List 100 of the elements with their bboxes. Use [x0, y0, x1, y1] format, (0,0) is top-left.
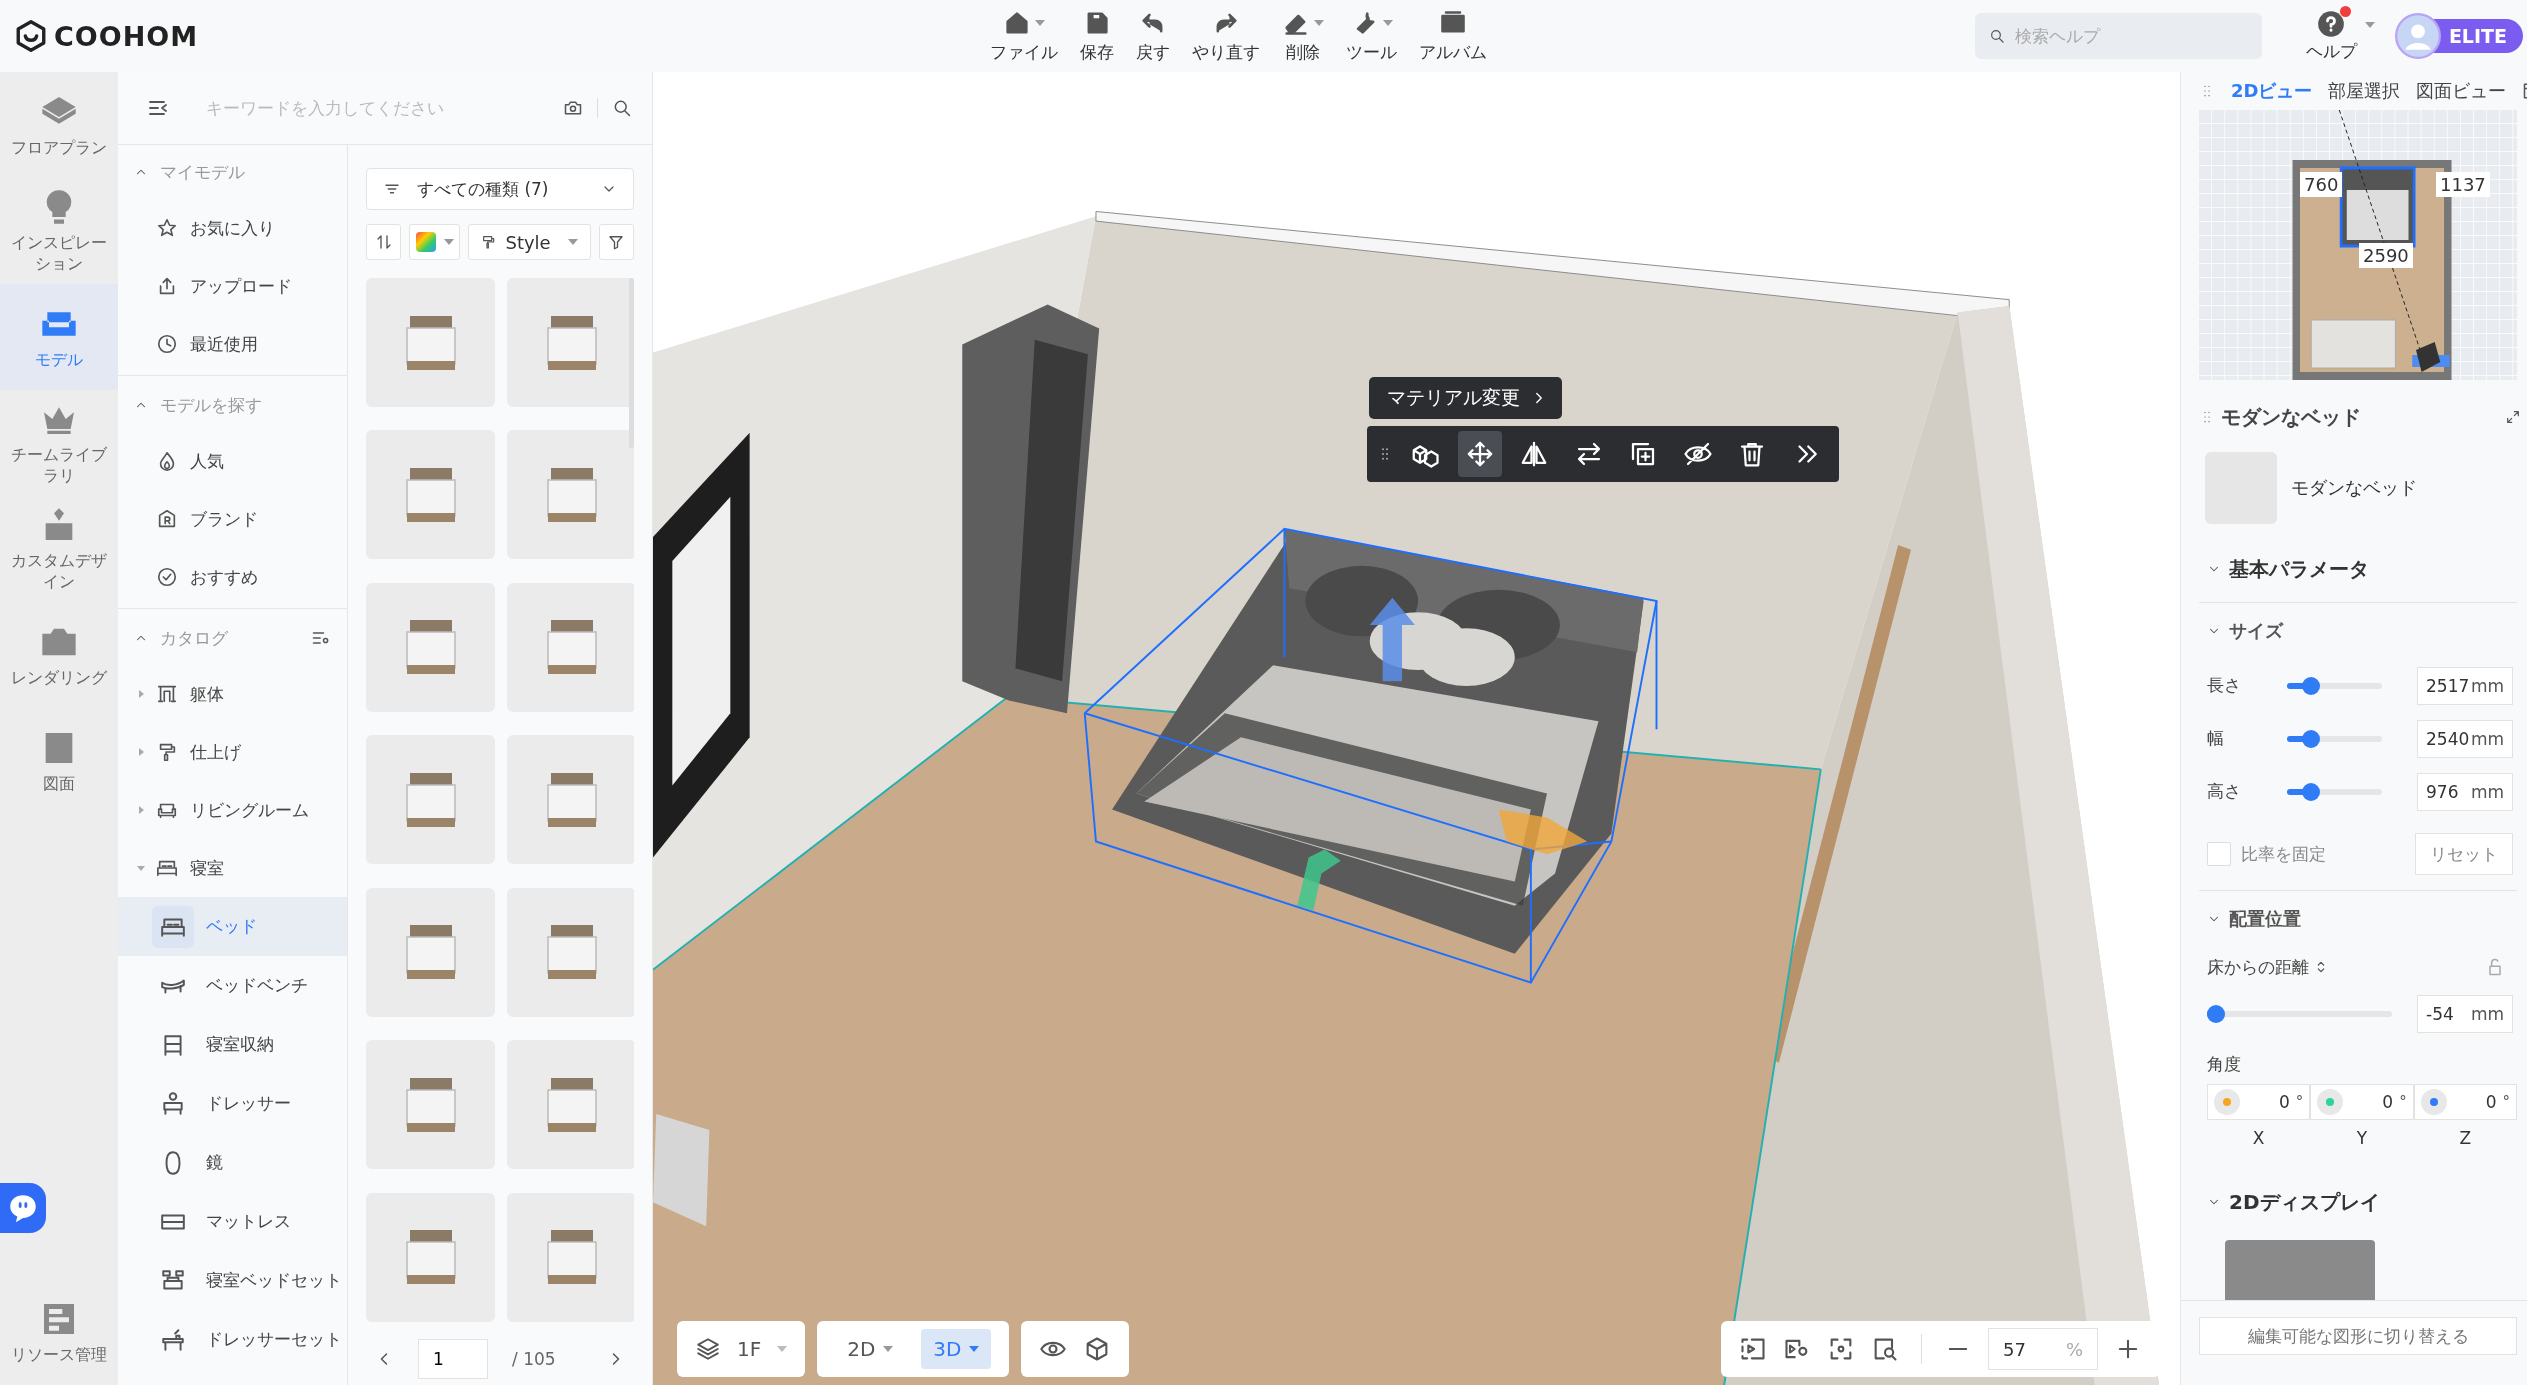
- nav-rail-item[interactable]: チームライブラリ: [0, 390, 118, 496]
- page-number-field[interactable]: 1: [418, 1339, 488, 1379]
- subcategory-item[interactable]: 鏡: [118, 1133, 347, 1192]
- toolbar-button[interactable]: ツール: [1346, 8, 1397, 64]
- keyword-search-field[interactable]: キーワードを入力してください: [204, 97, 549, 119]
- category-label: 寝室: [190, 856, 224, 880]
- category-item[interactable]: リビングルーム: [118, 781, 347, 839]
- zoom-unit: %: [2065, 1338, 2083, 1360]
- toolbar-button[interactable]: ファイル: [990, 8, 1058, 64]
- toolbar-button[interactable]: 戻す: [1136, 8, 1170, 64]
- size-slider[interactable]: [2287, 782, 2382, 801]
- bed-photo-placeholder[interactable]: [507, 735, 634, 865]
- section-title: 基本パラメータ: [2229, 555, 2369, 583]
- category-item[interactable]: 仕上げ: [118, 723, 347, 781]
- subcategory-item[interactable]: マットレス: [118, 1192, 347, 1251]
- bed-photo-placeholder[interactable]: [366, 430, 495, 560]
- floor-plan-minimap-drawing[interactable]: [2199, 110, 2517, 380]
- structure-icon: [156, 683, 178, 705]
- floor-selector[interactable]: 1F: [677, 1321, 806, 1377]
- size-input-field[interactable]: 976 mm: [2417, 772, 2513, 811]
- nav-rail-item[interactable]: フロアプラン: [0, 72, 118, 178]
- subcategory-item[interactable]: ドレッサー: [118, 1074, 347, 1133]
- avatar-icon[interactable]: [2394, 13, 2441, 59]
- brand-icon: [156, 508, 178, 530]
- nav-rail-item[interactable]: レンダリング: [0, 602, 118, 708]
- bed-photo-placeholder[interactable]: [366, 735, 495, 865]
- view-tab[interactable]: 図面ビュー: [2416, 79, 2507, 103]
- elevation-unit: mm: [2470, 1003, 2504, 1024]
- zoom-field[interactable]: 57 %: [1988, 1328, 2098, 1370]
- expand-icon[interactable]: [2505, 409, 2521, 425]
- elevation-input-field[interactable]: -54 mm: [2417, 994, 2513, 1033]
- filter-button[interactable]: [598, 224, 634, 260]
- subcategory-label: ベッドベンチ: [206, 974, 308, 997]
- view-mode-toggle[interactable]: 2D: [835, 1329, 906, 1369]
- subcategory-label: 鏡: [206, 1151, 223, 1174]
- bed-photo-placeholder[interactable]: [507, 887, 634, 1017]
- bed-photo-placeholder[interactable]: [507, 430, 634, 560]
- angle-input-field[interactable]: 0 °: [2413, 1084, 2517, 1120]
- help-search-field[interactable]: 検索ヘルプ: [1974, 13, 2262, 59]
- category-item[interactable]: 寝室: [118, 839, 347, 897]
- style-filter-button[interactable]: Style: [468, 224, 591, 260]
- nav-rail-item[interactable]: カスタムデザイン: [0, 496, 118, 602]
- category-item[interactable]: 躯体: [118, 665, 347, 723]
- category-item[interactable]: ブランド: [118, 490, 347, 548]
- bed-photo-placeholder[interactable]: [366, 278, 495, 407]
- type-filter-dropdown[interactable]: すべての種類 (7): [366, 168, 634, 210]
- bed-photo-placeholder[interactable]: [366, 1040, 495, 1170]
- lock-ratio-checkbox[interactable]: [2207, 842, 2231, 866]
- search-icon[interactable]: [612, 98, 632, 118]
- bed-photo-placeholder[interactable]: [366, 1192, 495, 1322]
- bed-photo-placeholder[interactable]: [507, 1192, 634, 1322]
- check-badge-icon: [156, 566, 178, 588]
- toolbar-button[interactable]: アルバム: [1419, 8, 1487, 64]
- subcategory-label: 寝室ベッドセット: [206, 1269, 342, 1292]
- size-value: 2540: [2426, 728, 2470, 749]
- subcategory-item[interactable]: ドレッサーセット: [118, 1310, 347, 1369]
- help-button[interactable]: ヘルプ: [2305, 9, 2357, 63]
- bed-photo-placeholder[interactable]: [507, 1040, 634, 1170]
- category-item[interactable]: 最近使用: [118, 315, 347, 373]
- angle-value: 0: [2382, 1092, 2394, 1112]
- view-tab[interactable]: 2Dビュー: [2231, 79, 2313, 103]
- degree-unit: °: [2295, 1093, 2304, 1111]
- checkbox-label: 比率を固定: [2241, 842, 2326, 866]
- subcategory-item[interactable]: 寝室収納: [118, 1015, 347, 1074]
- rotation-dial-icon[interactable]: [2420, 1089, 2447, 1115]
- sort-button[interactable]: [366, 224, 402, 260]
- category-item[interactable]: おすすめ: [118, 548, 347, 606]
- view-tab[interactable]: 部屋選択: [2328, 79, 2401, 103]
- star-icon: [156, 217, 178, 239]
- toolbar-button[interactable]: 保存: [1080, 8, 1114, 64]
- change-material-button[interactable]: マテリアル変更: [1369, 377, 1562, 419]
- category-item[interactable]: お気に入り: [118, 199, 347, 257]
- convert-to-editable-button[interactable]: 編集可能な図形に切り替える: [2199, 1317, 2517, 1355]
- size-slider[interactable]: [2287, 729, 2382, 748]
- reset-button[interactable]: リセット: [2415, 833, 2513, 875]
- toolbar-button[interactable]: 削除: [1282, 8, 1324, 64]
- nav-rail-item[interactable]: リソース管理: [0, 1279, 118, 1385]
- subcategory-label: ベッド: [206, 915, 257, 938]
- category-item[interactable]: 人気: [118, 432, 347, 490]
- nav-rail-item[interactable]: インスピレーション: [0, 178, 118, 284]
- elevation-slider[interactable]: [2207, 1004, 2392, 1023]
- notification-dot: [2339, 5, 2351, 17]
- category-item[interactable]: アップロード: [118, 257, 347, 315]
- nav-rail-item[interactable]: 図面: [0, 708, 118, 814]
- chat-button[interactable]: [0, 1183, 46, 1233]
- bed-photo-placeholder[interactable]: [366, 582, 495, 712]
- camera-icon[interactable]: [563, 98, 583, 118]
- color-filter-button[interactable]: [409, 224, 461, 260]
- subcategory-item[interactable]: ベッドベンチ: [118, 956, 347, 1015]
- bed-photo-placeholder[interactable]: [366, 887, 495, 1017]
- bed-photo-placeholder[interactable]: [507, 582, 634, 712]
- edit-tool-button[interactable]: [1457, 431, 1502, 477]
- size-slider[interactable]: [2287, 676, 2382, 695]
- size-input-field[interactable]: 2540mm: [2417, 719, 2513, 758]
- logo-text: COOHOM: [54, 20, 199, 52]
- subcategory-item[interactable]: 寝室ベッドセット: [118, 1251, 347, 1310]
- size-input-field[interactable]: 2517 mm: [2417, 666, 2513, 705]
- angle-input-field[interactable]: 0 °: [2207, 1084, 2311, 1120]
- angle-input-field[interactable]: 0 °: [2310, 1084, 2414, 1120]
- toolbar-button[interactable]: やり直す: [1192, 8, 1260, 64]
